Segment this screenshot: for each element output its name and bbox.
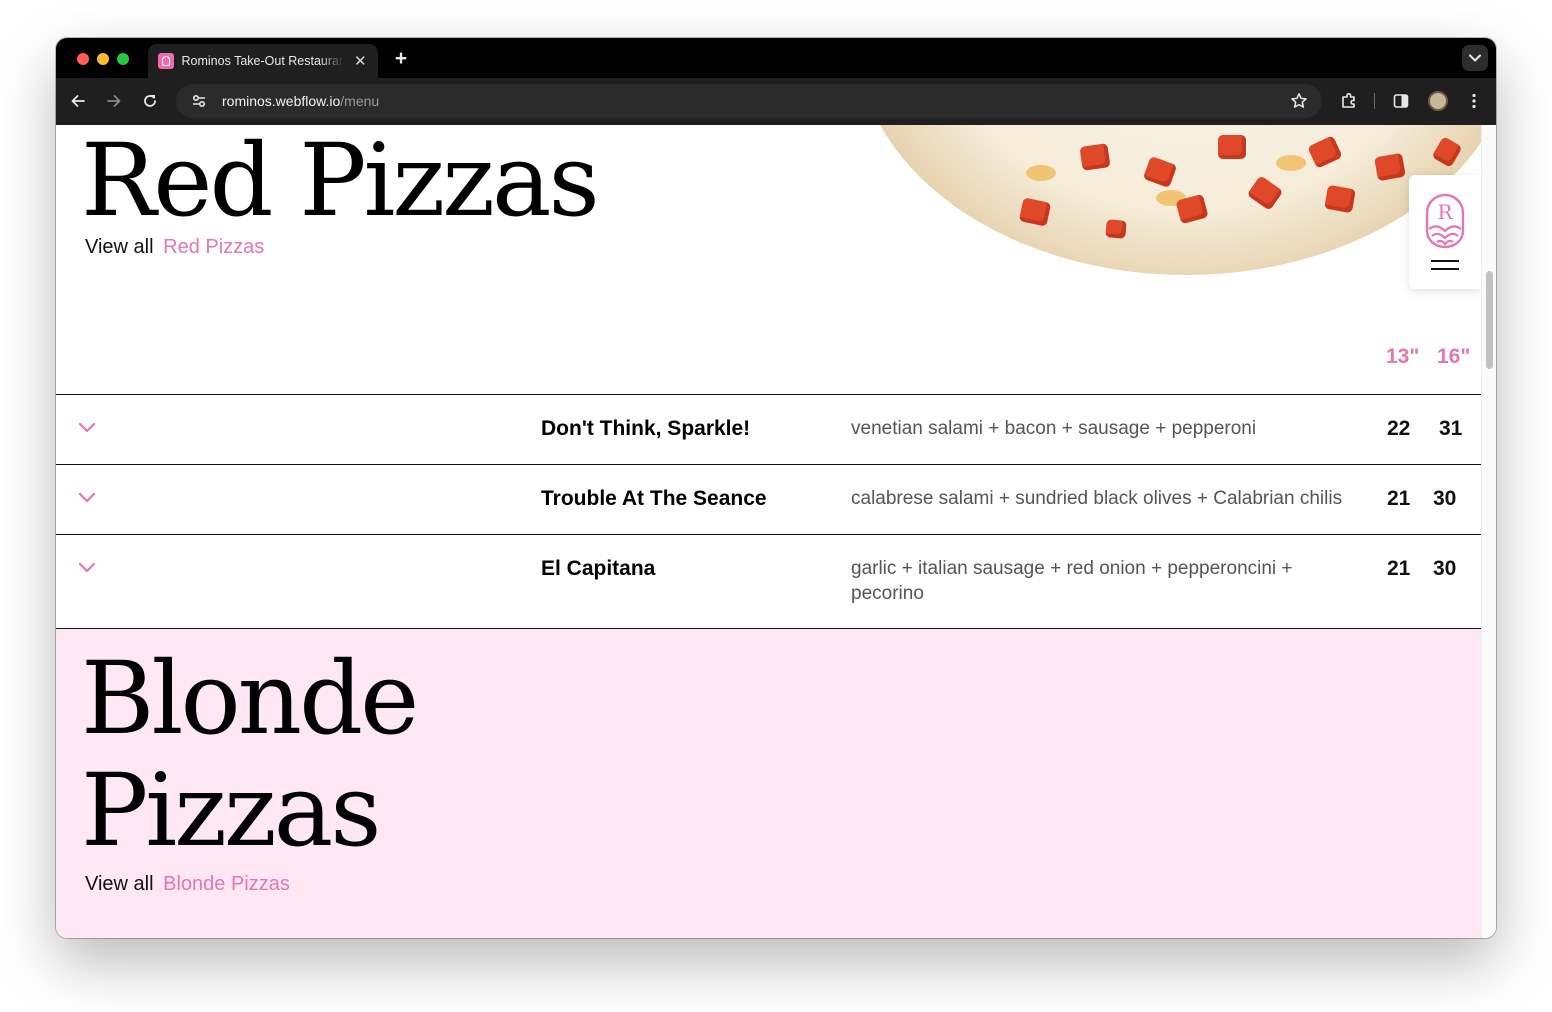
tab-close-icon[interactable]: ✕ <box>352 52 368 70</box>
minimize-window-button[interactable] <box>97 53 109 65</box>
bookmark-star-icon[interactable] <box>1290 92 1308 115</box>
size-13-header: 13" <box>1386 345 1420 368</box>
blonde-pizzas-heading-line2: Pizzas <box>81 752 382 869</box>
pizza-name: Don't Think, Sparkle! <box>541 417 751 440</box>
address-bar[interactable]: rominos.webflow.io/menu <box>176 84 1322 118</box>
menu-row[interactable]: El Capitana garlic + italian sausage + r… <box>56 534 1481 628</box>
price-13: 22 <box>1387 417 1411 440</box>
browser-window: Rominos Take-Out Restaurant ✕ + rominos.… <box>56 38 1496 938</box>
view-all-blonde: View all Blonde Pizzas <box>85 873 290 896</box>
more-menu-icon[interactable] <box>1463 90 1485 112</box>
chevron-down-icon[interactable] <box>78 491 96 505</box>
menu-row[interactable]: Trouble At The Seance calabrese salami +… <box>56 464 1481 534</box>
price-16: 30 <box>1433 487 1457 510</box>
new-tab-button[interactable]: + <box>390 47 412 71</box>
pizza-name: Trouble At The Seance <box>541 487 767 510</box>
price-13: 21 <box>1387 487 1411 510</box>
tab-title: Rominos Take-Out Restaurant <box>181 54 345 68</box>
tab-search-button[interactable] <box>1462 45 1488 71</box>
side-panel-icon[interactable] <box>1390 90 1412 112</box>
site-favicon-icon <box>158 53 174 69</box>
extensions-puzzle-icon[interactable] <box>1338 90 1360 112</box>
page-scrollbar[interactable] <box>1481 125 1496 938</box>
view-all-red: View all Red Pizzas <box>85 236 264 259</box>
blonde-pizzas-section: Blonde Pizzas View all Blonde Pizzas <box>56 628 1481 938</box>
site-info-icon[interactable] <box>188 90 210 112</box>
red-pizzas-link[interactable]: Red Pizzas <box>163 236 264 258</box>
scrollbar-thumb[interactable] <box>1486 271 1493 369</box>
pizza-toppings: venetian salami + bacon + sausage + pepp… <box>851 418 1257 439</box>
maximize-window-button[interactable] <box>117 53 129 65</box>
profile-avatar[interactable] <box>1427 90 1449 112</box>
logo-letter: R <box>1437 200 1453 224</box>
pizza-toppings: calabrese salami + sundried black olives… <box>851 488 1343 509</box>
toolbar-divider <box>1374 93 1375 109</box>
pizza-toppings: garlic + italian sausage + red onion + p… <box>851 558 1293 604</box>
pizza-name: El Capitana <box>541 557 656 580</box>
chevron-down-icon <box>1469 54 1481 62</box>
price-16: 30 <box>1433 557 1457 580</box>
forward-button[interactable] <box>103 90 125 112</box>
menu-row[interactable]: Don't Think, Sparkle! venetian salami + … <box>56 394 1481 464</box>
rominos-logo[interactable]: R <box>1423 191 1467 254</box>
size-16-header: 16" <box>1437 345 1471 368</box>
floating-nav-card: R <box>1409 175 1481 289</box>
chevron-down-icon[interactable] <box>78 561 96 575</box>
browser-tab[interactable]: Rominos Take-Out Restaurant ✕ <box>148 44 378 78</box>
view-all-label: View all <box>85 873 154 895</box>
red-pizzas-heading: Red Pizzas <box>81 125 600 239</box>
reload-button[interactable] <box>139 90 161 112</box>
blonde-pizzas-link[interactable]: Blonde Pizzas <box>163 873 290 895</box>
back-button[interactable] <box>67 90 89 112</box>
url-host: rominos.webflow.io <box>222 93 341 109</box>
view-all-label: View all <box>85 236 154 258</box>
reload-icon <box>144 95 156 107</box>
price-16: 31 <box>1439 417 1463 440</box>
close-window-button[interactable] <box>77 53 89 65</box>
price-13: 21 <box>1387 557 1411 580</box>
arrow-right-icon <box>107 95 121 107</box>
page-viewport: Red Pizzas View all Red Pizzas 13" 16" D… <box>56 125 1496 938</box>
browser-toolbar: rominos.webflow.io/menu <box>56 78 1496 125</box>
tab-strip: Rominos Take-Out Restaurant ✕ + <box>56 38 1496 78</box>
hamburger-menu-icon[interactable] <box>1431 260 1459 276</box>
arrow-left-icon <box>71 95 85 107</box>
chevron-down-icon[interactable] <box>78 421 96 435</box>
blonde-pizzas-heading-line1: Blonde <box>81 640 419 757</box>
pizza-photo <box>856 125 1496 275</box>
url-path: /menu <box>340 93 380 109</box>
